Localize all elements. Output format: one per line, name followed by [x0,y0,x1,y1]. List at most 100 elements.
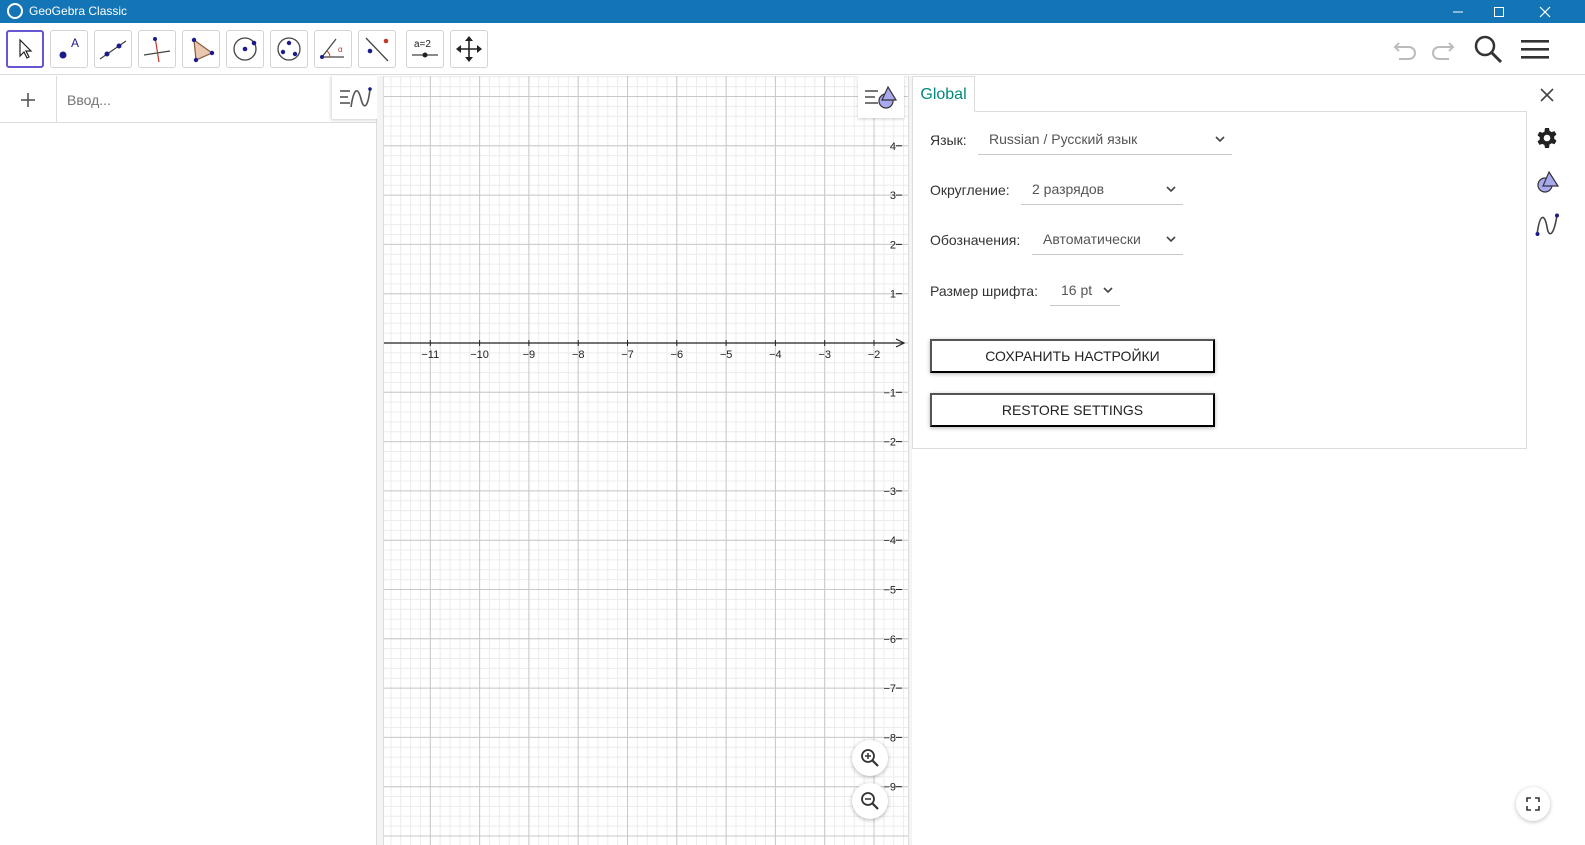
rounding-dropdown[interactable]: 2 разрядов [1021,175,1183,205]
slider-tool-icon: a=2 [412,39,438,58]
angle-tool-icon: α [320,38,344,59]
reflect-tool-icon [365,37,389,62]
chevron-down-icon [1103,287,1113,294]
view-divider[interactable] [377,76,384,845]
undo-button[interactable] [1389,32,1423,66]
y-tick-label: −6 [883,634,896,646]
slider-tool-button[interactable]: a=2 [406,30,444,68]
reflect-tool-button[interactable] [358,30,396,68]
move-graphics-view-tool-icon [456,36,482,62]
zoom-in-button[interactable] [852,740,888,776]
chevron-down-icon [1166,236,1176,243]
search-button[interactable] [1471,32,1505,66]
algebra-view-icon [1535,213,1559,236]
window-titlebar: GeoGebra Classic [0,0,1585,23]
main-menu-button[interactable] [1518,32,1552,66]
graphics-view-icon [1537,170,1559,193]
y-tick-label: 4 [890,141,896,153]
line-tool-icon [99,40,127,60]
point-tool-button[interactable]: A [50,30,88,68]
toolbar: A α a=2 [0,23,1585,75]
perpendicular-line-tool-icon [143,36,171,63]
zoom-out-icon [861,792,879,810]
y-tick-label: −4 [883,535,896,547]
y-tick-label: −5 [883,585,896,597]
window-title: GeoGebra Classic [29,4,128,18]
angle-tool-button[interactable]: α [314,30,352,68]
rounding-value: 2 разрядов [1032,181,1105,197]
zoom-out-button[interactable] [852,783,888,819]
y-tick-label: −8 [883,732,896,744]
algebra-view-icon [339,86,372,107]
font-size-value: 16 pt [1061,282,1093,298]
circle-three-points-tool-icon [277,37,301,61]
x-tick-label: −2 [868,349,881,361]
algebra-style-bar-button[interactable] [331,76,377,119]
circle-tool-icon [233,37,257,61]
rounding-label: Округление: [930,182,1010,198]
gear-icon [1537,128,1557,148]
x-tick-label: −4 [769,349,782,361]
algebra-settings-tab-button[interactable] [1534,212,1560,238]
settings-panel: Global Язык: Russian / Русский язык Окру… [912,76,1585,845]
save-settings-button[interactable]: СОХРАНИТЬ НАСТРОЙКИ [930,339,1215,373]
algebra-input-row [0,76,377,123]
redo-button[interactable] [1425,32,1459,66]
graphics-style-bar-button[interactable] [858,76,904,118]
move-graphics-view-tool-button[interactable] [450,30,488,68]
x-tick-label: −9 [523,349,536,361]
y-tick-label: −3 [883,486,896,498]
x-tick-label: −8 [572,349,585,361]
close-settings-button[interactable] [1534,84,1560,106]
font-size-dropdown[interactable]: 16 pt [1050,276,1120,306]
x-tick-label: −5 [720,349,733,361]
geogebra-logo-icon [7,3,23,19]
y-tick-label: 3 [890,190,896,202]
y-tick-label: −2 [883,437,896,449]
tab-global[interactable]: Global [912,76,975,112]
undo-icon [1393,42,1416,60]
minimize-button[interactable] [1435,0,1481,23]
coordinate-grid: −11 −10 −9 −8 −7 −6 −5 −4 −3 −2 4 3 2 1 −1 −2 −3 −4 −5 −6 −7… [384,76,908,845]
circle-tool-button[interactable] [226,30,264,68]
maximize-button[interactable] [1476,0,1522,23]
svg-text:a=2: a=2 [414,39,431,50]
algebra-input[interactable] [57,76,331,123]
global-settings-tab-button[interactable] [1534,125,1560,151]
add-item-button[interactable] [0,76,57,123]
line-tool-button[interactable] [94,30,132,68]
plus-icon [21,92,35,107]
language-dropdown[interactable]: Russian / Русский язык [978,125,1232,155]
svg-text:α: α [338,45,343,54]
search-icon [1474,35,1503,64]
zoom-in-icon [861,749,879,767]
labeling-dropdown[interactable]: Автоматически [1032,225,1183,255]
point-tool-icon: A [59,36,79,59]
global-settings-panel: Язык: Russian / Русский язык Округление:… [912,111,1527,449]
restore-settings-button[interactable]: RESTORE SETTINGS [930,393,1215,427]
fullscreen-icon [1526,797,1540,811]
close-window-button[interactable] [1522,0,1568,23]
redo-icon [1432,42,1455,60]
x-tick-label: −7 [621,349,634,361]
language-label: Язык: [930,132,967,148]
x-tick-label: −11 [421,349,439,361]
settings-tabbar: Global [912,76,1527,112]
graphics-settings-tab-button[interactable] [1534,169,1560,195]
x-tick-label: −6 [671,349,684,361]
move-tool-icon [19,38,33,59]
x-tick-label: −10 [470,349,489,361]
y-tick-label: 2 [890,239,896,251]
move-tool-button[interactable] [6,30,44,68]
hamburger-menu-icon [1521,40,1549,59]
y-tick-label: −7 [883,683,896,695]
y-tick-label: −1 [883,387,896,399]
algebra-view [0,76,377,845]
fullscreen-button[interactable] [1516,787,1550,821]
circle-three-points-tool-button[interactable] [270,30,308,68]
language-value: Russian / Русский язык [989,131,1138,147]
polygon-tool-button[interactable] [182,30,220,68]
perpendicular-line-tool-button[interactable] [138,30,176,68]
graphics-view[interactable]: −11 −10 −9 −8 −7 −6 −5 −4 −3 −2 4 3 2 1 −1 −2 −3 −4 −5 −6 −7… [384,76,908,845]
polygon-tool-icon [191,37,215,63]
